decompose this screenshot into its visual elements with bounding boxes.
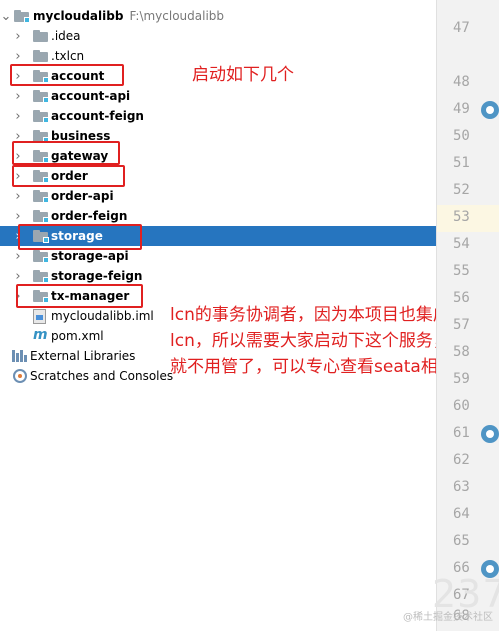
tree-item-label: account-api [51,89,131,103]
chevron-down-icon[interactable]: ⌄ [0,6,12,26]
gutter-line-current: 53 [437,205,499,232]
tree-item-order[interactable]: › order [0,166,436,186]
gutter-line: 55 [453,263,470,279]
scratches-icon [13,369,27,383]
folder-icon [33,50,49,63]
tree-item-label: business [51,129,111,143]
chevron-right-icon[interactable]: › [12,46,24,66]
gutter-line: 54 [453,236,470,252]
chevron-right-icon[interactable]: › [12,26,24,46]
gutter-line: 52 [453,182,470,198]
tree-item-account-api[interactable]: › account-api [0,86,436,106]
gutter-line: 59 [453,371,470,387]
tree-item-label: mycloudalibb.iml [51,309,154,323]
tree-item-order-api[interactable]: › order-api [0,186,436,206]
gutter-line: 65 [453,533,470,549]
module-folder-icon [33,130,49,143]
tree-item-account-feign[interactable]: › account-feign [0,106,436,126]
project-name: mycloudalibb [33,9,124,23]
module-folder-icon [33,170,49,183]
gutter-line: 48 [453,74,470,90]
gutter-line: 49 [437,97,499,124]
gutter-line: 62 [453,452,470,468]
chevron-right-icon[interactable]: › [12,186,24,206]
tree-item-label: account-feign [51,109,144,123]
tree-item-business[interactable]: › business [0,126,436,146]
tree-item-label: order [51,169,88,183]
annotation-start-services: 启动如下几个 [192,65,294,85]
tree-item-label: storage-feign [51,269,143,283]
tree-item-storage-api[interactable]: › storage-api [0,246,436,266]
gutter-line: 51 [453,155,470,171]
chevron-right-icon[interactable]: › [12,126,24,146]
chevron-right-icon[interactable]: › [12,246,24,266]
chevron-right-icon[interactable]: › [12,66,24,86]
tree-item-order-feign[interactable]: › order-feign [0,206,436,226]
tree-item-idea[interactable]: › .idea [0,26,436,46]
gutter-line: 56 [453,290,470,306]
project-tree: ⌄ mycloudalibb F:\mycloudalibb › .idea › … [0,0,484,631]
tree-item-label: gateway [51,149,109,163]
tree-item-label: account [51,69,105,83]
module-folder-icon [33,210,49,223]
tree-item-label: order-api [51,189,114,203]
chevron-right-icon[interactable]: › [12,146,24,166]
chevron-right-icon[interactable]: › [12,86,24,106]
tree-item-label: External Libraries [30,349,136,363]
tree-item-gateway[interactable]: › gateway [0,146,436,166]
module-folder-icon [33,290,49,303]
folder-icon [14,10,30,23]
chevron-right-icon[interactable]: › [12,166,24,186]
tree-item-label: pom.xml [51,329,104,343]
tree-item-label: storage [51,229,103,243]
chevron-right-icon[interactable]: › [12,286,24,306]
libraries-icon [12,350,28,362]
gutter-line: 60 [453,398,470,414]
chevron-right-icon[interactable]: › [12,266,24,286]
implementation-marker-icon[interactable] [481,425,499,443]
gutter-line: 47 [453,20,470,36]
implementation-marker-icon[interactable] [481,101,499,119]
module-folder-icon [33,70,49,83]
maven-icon: m [33,327,48,343]
chevron-right-icon[interactable]: › [12,106,24,126]
module-folder-icon [33,90,49,103]
gutter-line: 61 [437,421,499,448]
tree-item-label: .idea [51,29,81,43]
module-folder-icon [33,110,49,123]
tree-item-label: Scratches and Consoles [30,369,174,383]
chevron-right-icon[interactable]: › [12,206,24,226]
gutter-line: 63 [453,479,470,495]
tree-item-storage[interactable]: › storage [0,226,436,246]
chevron-right-icon[interactable]: › [12,226,24,246]
tree-root[interactable]: ⌄ mycloudalibb F:\mycloudalibb [0,6,436,26]
tree-item-storage-feign[interactable]: › storage-feign [0,266,436,286]
module-folder-icon [33,150,49,163]
editor-gutter: 47 48 49 50 51 52 53 54 55 56 57 58 59 6… [436,0,499,631]
tree-item-label: tx-manager [51,289,130,303]
tree-item-label: order-feign [51,209,128,223]
project-path: F:\mycloudalibb [129,9,225,23]
gutter-line: 58 [453,344,470,360]
module-folder-icon [33,250,49,263]
tree-item-label: storage-api [51,249,129,263]
folder-icon [33,30,49,43]
watermark: @稀土掘金技术社区 [403,612,493,623]
module-folder-icon [33,230,49,243]
gutter-line: 64 [453,506,470,522]
tree-item-label: .txlcn [51,49,85,63]
iml-file-icon [33,309,46,324]
module-folder-icon [33,270,49,283]
module-folder-icon [33,190,49,203]
gutter-line: 57 [453,317,470,333]
gutter-line: 50 [453,128,470,144]
